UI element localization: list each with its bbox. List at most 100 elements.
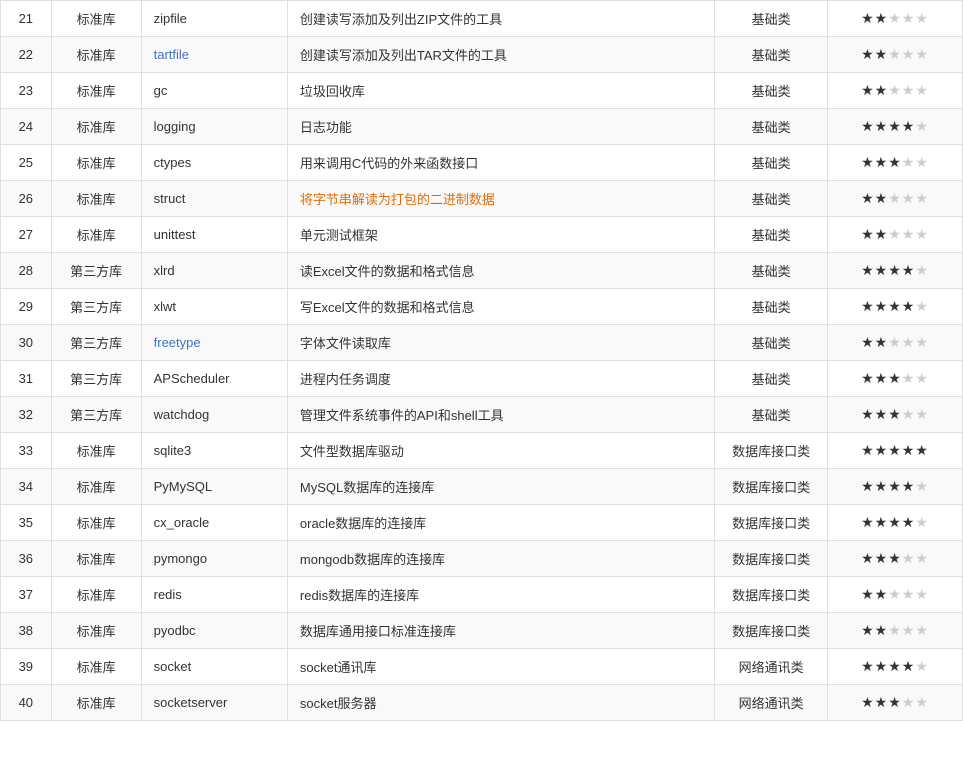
row-number: 35 [1, 505, 52, 541]
row-number: 38 [1, 613, 52, 649]
library-name: xlwt [141, 289, 287, 325]
star-filled: ★ [888, 514, 902, 530]
library-category: 数据库接口类 [715, 613, 828, 649]
library-description: 创建读写添加及列出TAR文件的工具 [287, 37, 715, 73]
star-filled: ★ [902, 262, 916, 278]
library-name: socketserver [141, 685, 287, 721]
star-empty: ★ [915, 118, 929, 134]
star-filled: ★ [861, 10, 875, 26]
library-category: 数据库接口类 [715, 433, 828, 469]
row-number: 23 [1, 73, 52, 109]
library-rating: ★★★★★ [827, 109, 962, 145]
star-empty: ★ [915, 190, 929, 206]
library-rating: ★★★★★ [827, 397, 962, 433]
library-rating: ★★★★★ [827, 505, 962, 541]
library-name: APScheduler [141, 361, 287, 397]
star-filled: ★ [861, 334, 875, 350]
table-row: 23标准库gc垃圾回收库基础类★★★★★ [1, 73, 963, 109]
star-filled: ★ [861, 514, 875, 530]
star-filled: ★ [888, 118, 902, 134]
library-type: 标准库 [51, 613, 141, 649]
star-empty: ★ [888, 10, 902, 26]
star-filled: ★ [875, 442, 889, 458]
library-description: 日志功能 [287, 109, 715, 145]
library-name[interactable]: tartfile [141, 37, 287, 73]
star-filled: ★ [861, 694, 875, 710]
star-filled: ★ [861, 298, 875, 314]
library-description[interactable]: 将字节串解读为打包的二进制数据 [287, 181, 715, 217]
library-category: 数据库接口类 [715, 469, 828, 505]
star-filled: ★ [875, 10, 889, 26]
star-filled: ★ [861, 46, 875, 62]
library-category: 基础类 [715, 361, 828, 397]
star-empty: ★ [915, 406, 929, 422]
star-empty: ★ [902, 694, 916, 710]
library-rating: ★★★★★ [827, 1, 962, 37]
library-description: 创建读写添加及列出ZIP文件的工具 [287, 1, 715, 37]
star-filled: ★ [875, 406, 889, 422]
library-category: 网络通讯类 [715, 649, 828, 685]
table-row: 28第三方库xlrd读Excel文件的数据和格式信息基础类★★★★★ [1, 253, 963, 289]
star-empty: ★ [888, 586, 902, 602]
star-empty: ★ [902, 586, 916, 602]
star-filled: ★ [861, 658, 875, 674]
library-category: 基础类 [715, 217, 828, 253]
star-filled: ★ [888, 154, 902, 170]
star-empty: ★ [888, 190, 902, 206]
library-rating: ★★★★★ [827, 145, 962, 181]
star-empty: ★ [888, 226, 902, 242]
table-row: 32第三方库watchdog管理文件系统事件的API和shell工具基础类★★★… [1, 397, 963, 433]
library-name: zipfile [141, 1, 287, 37]
star-filled: ★ [875, 478, 889, 494]
star-filled: ★ [888, 262, 902, 278]
star-filled: ★ [888, 298, 902, 314]
library-type: 标准库 [51, 541, 141, 577]
library-description: 单元测试框架 [287, 217, 715, 253]
library-category: 基础类 [715, 289, 828, 325]
table-row: 38标准库pyodbc数据库通用接口标准连接库数据库接口类★★★★★ [1, 613, 963, 649]
library-description: 写Excel文件的数据和格式信息 [287, 289, 715, 325]
library-type: 标准库 [51, 1, 141, 37]
library-rating: ★★★★★ [827, 217, 962, 253]
library-description: 用来调用C代码的外来函数接口 [287, 145, 715, 181]
star-filled: ★ [861, 406, 875, 422]
star-filled: ★ [888, 406, 902, 422]
library-table: 21标准库zipfile创建读写添加及列出ZIP文件的工具基础类★★★★★22标… [0, 0, 963, 721]
star-filled: ★ [861, 622, 875, 638]
row-number: 29 [1, 289, 52, 325]
star-filled: ★ [875, 694, 889, 710]
row-number: 24 [1, 109, 52, 145]
star-empty: ★ [915, 10, 929, 26]
library-category: 基础类 [715, 37, 828, 73]
star-filled: ★ [861, 370, 875, 386]
library-name: unittest [141, 217, 287, 253]
library-name: watchdog [141, 397, 287, 433]
star-empty: ★ [915, 586, 929, 602]
star-filled: ★ [861, 226, 875, 242]
star-filled: ★ [861, 118, 875, 134]
row-number: 30 [1, 325, 52, 361]
star-filled: ★ [875, 658, 889, 674]
library-description: mongodb数据库的连接库 [287, 541, 715, 577]
star-filled: ★ [875, 118, 889, 134]
table-row: 35标准库cx_oracleoracle数据库的连接库数据库接口类★★★★★ [1, 505, 963, 541]
star-empty: ★ [915, 694, 929, 710]
row-number: 34 [1, 469, 52, 505]
library-rating: ★★★★★ [827, 613, 962, 649]
library-category: 基础类 [715, 325, 828, 361]
table-row: 24标准库logging日志功能基础类★★★★★ [1, 109, 963, 145]
star-empty: ★ [915, 334, 929, 350]
library-category: 基础类 [715, 109, 828, 145]
table-row: 40标准库socketserversocket服务器网络通讯类★★★★★ [1, 685, 963, 721]
star-filled: ★ [875, 370, 889, 386]
star-filled: ★ [888, 550, 902, 566]
library-name[interactable]: freetype [141, 325, 287, 361]
library-type: 标准库 [51, 109, 141, 145]
library-name: PyMySQL [141, 469, 287, 505]
library-rating: ★★★★★ [827, 289, 962, 325]
star-empty: ★ [915, 370, 929, 386]
library-description: socket通讯库 [287, 649, 715, 685]
star-empty: ★ [915, 226, 929, 242]
library-category: 基础类 [715, 1, 828, 37]
library-name: xlrd [141, 253, 287, 289]
